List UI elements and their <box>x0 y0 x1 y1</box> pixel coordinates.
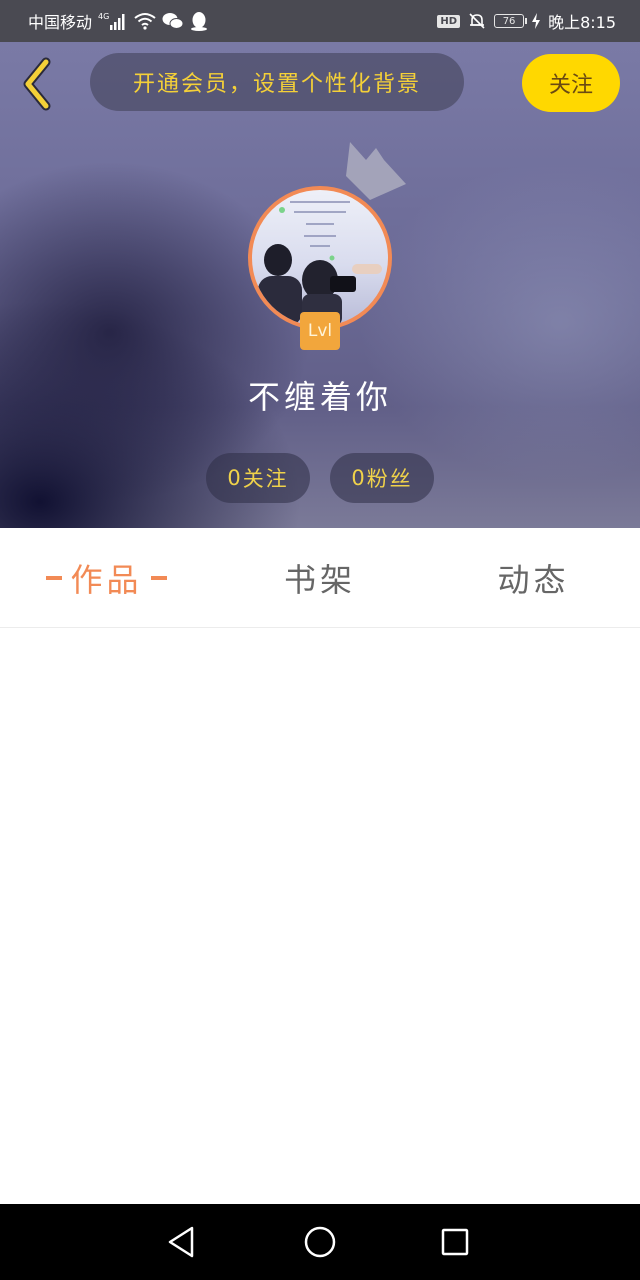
signal-icon: 4G <box>98 11 128 31</box>
following-count-button[interactable]: 0 关注 <box>206 453 310 503</box>
vip-background-banner[interactable]: 开通会员，设置个性化背景 <box>90 53 464 111</box>
carrier-name: 中国移动 <box>28 13 93 32</box>
qq-icon <box>190 11 208 31</box>
fans-count-button[interactable]: 0 粉丝 <box>330 453 434 503</box>
tab-bookshelf[interactable]: 书架 <box>213 528 427 627</box>
wechat-icon <box>162 12 184 30</box>
avatar[interactable] <box>248 186 392 330</box>
vip-banner-text: 开通会员，设置个性化背景 <box>132 72 421 97</box>
wifi-icon <box>134 12 156 30</box>
level-badge-label: Lvl <box>307 321 333 341</box>
clock-time: 晚上8:15 <box>548 13 616 32</box>
tab-works[interactable]: 作品 <box>0 528 213 627</box>
username: 不缠着你 <box>247 378 392 416</box>
fans-label: 粉丝 <box>366 467 413 491</box>
recent-square-icon <box>441 1228 469 1256</box>
works-content-area <box>0 628 640 1204</box>
follow-button-label: 关注 <box>548 73 593 98</box>
battery-icon: 76 <box>494 14 528 28</box>
network-type: 4G <box>98 12 109 21</box>
avatar-photo <box>252 190 388 326</box>
back-button[interactable] <box>18 56 58 112</box>
system-nav-bar <box>0 1204 640 1280</box>
chevron-left-icon <box>23 57 51 111</box>
status-bar: 中国移动 4G HD 76 晚上8:15 <box>0 0 640 42</box>
hd-badge: HD <box>437 14 461 28</box>
nav-back-button[interactable] <box>164 1224 200 1260</box>
tab-bookshelf-label: 书架 <box>283 560 356 599</box>
fans-count: 0 <box>351 466 367 490</box>
avatar-image <box>258 201 382 326</box>
tab-active-indicator-left <box>46 575 63 580</box>
following-label: 关注 <box>242 467 289 491</box>
home-circle-icon <box>304 1226 336 1258</box>
mute-bell-icon <box>468 12 486 30</box>
nav-recent-button[interactable] <box>437 1224 473 1260</box>
tab-activity-label: 动态 <box>497 560 570 599</box>
back-triangle-icon <box>168 1226 194 1258</box>
profile-tabs: 作品 书架 动态 <box>0 528 640 628</box>
charging-icon <box>532 13 541 29</box>
tab-activity[interactable]: 动态 <box>427 528 640 627</box>
profile-screen: 中国移动 4G HD 76 晚上8:15 开通会员，设置个性化背景 关注 Lvl… <box>0 0 640 1280</box>
nav-home-button[interactable] <box>302 1224 338 1260</box>
status-bar-right: HD 76 晚上8:15 <box>437 9 616 33</box>
status-bar-left: 中国移动 4G <box>28 9 208 33</box>
follow-button[interactable]: 关注 <box>522 54 620 112</box>
following-count: 0 <box>227 466 243 490</box>
tab-works-label: 作品 <box>70 560 143 599</box>
level-badge: Lvl <box>300 312 340 350</box>
tab-active-indicator-right <box>150 575 167 580</box>
profile-header: 开通会员，设置个性化背景 关注 Lvl 不缠着你 0 关注 0 粉丝 <box>0 42 640 528</box>
